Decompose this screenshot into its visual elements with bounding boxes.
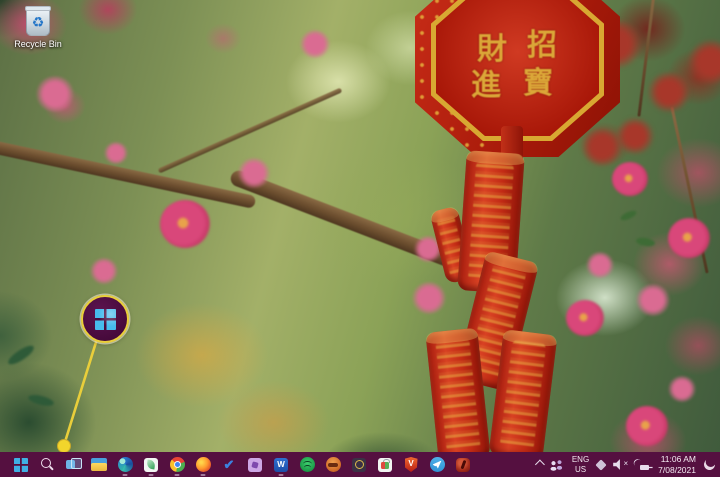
- running-indicator: [123, 474, 128, 476]
- file-explorer-button[interactable]: [91, 452, 107, 477]
- language-line2: US: [572, 465, 589, 475]
- running-indicator: [175, 474, 180, 476]
- pinned-app-orange-button[interactable]: [325, 452, 341, 477]
- blossom-flower: [612, 162, 648, 196]
- edge-browser-button[interactable]: [117, 452, 133, 477]
- recycle-bin-label: Recycle Bin: [6, 39, 70, 49]
- speaker-muted-icon: ×: [613, 459, 627, 471]
- blossom-flower: [668, 376, 696, 402]
- orange-app-icon: [326, 457, 341, 472]
- blossom-flower: [636, 284, 670, 316]
- blossom-flower: [668, 218, 710, 258]
- start-button-callout-circle: [81, 295, 129, 343]
- search-button[interactable]: [39, 452, 55, 477]
- running-indicator: [279, 474, 284, 476]
- windows-start-icon: [14, 458, 28, 472]
- focus-assist-button[interactable]: [704, 452, 715, 477]
- language-line1: ENG: [572, 455, 589, 465]
- blossom-flower: [300, 30, 330, 58]
- tray-time: 11:06 AM: [658, 454, 696, 465]
- moon-icon: [703, 458, 716, 471]
- chevron-up-icon: [535, 460, 545, 470]
- telegram-icon: [430, 457, 445, 472]
- word-button[interactable]: W: [273, 452, 289, 477]
- running-indicator: [201, 474, 206, 476]
- tray-diamond-button[interactable]: [597, 452, 605, 477]
- search-icon: [41, 458, 54, 471]
- teams-chat-button[interactable]: [550, 452, 564, 477]
- recycle-bin-desktop-icon[interactable]: Recycle Bin: [6, 8, 70, 49]
- network-battery-icon: [635, 459, 650, 470]
- clock[interactable]: 11:06 AM 7/08/2021: [658, 452, 696, 477]
- pinned-app-red-button[interactable]: [455, 452, 471, 477]
- blossom-flower: [238, 158, 270, 188]
- shield-letter: V: [408, 460, 413, 468]
- spotify-icon: [300, 457, 315, 472]
- notes-app-button[interactable]: [143, 452, 159, 477]
- gold-ring-app-icon: [352, 458, 366, 472]
- shield-icon: V: [405, 457, 418, 472]
- blossom-flower: [566, 300, 604, 336]
- diamond-icon: [596, 459, 607, 470]
- checkmark-icon: ✔: [224, 458, 235, 471]
- blossom-flower: [36, 76, 74, 112]
- task-view-button[interactable]: [65, 452, 81, 477]
- system-tray: ENG US × 11:06 AM 7/08/2021: [535, 452, 720, 477]
- blossom-flower: [586, 252, 614, 278]
- running-indicator: [149, 474, 154, 476]
- quill-notes-icon: [144, 458, 158, 472]
- edge-icon: [118, 457, 133, 472]
- telegram-button[interactable]: [429, 452, 445, 477]
- firefox-icon: [196, 457, 211, 472]
- network-battery-button[interactable]: [635, 452, 650, 477]
- red-app-icon: [456, 458, 470, 472]
- lilac-app-icon: [248, 458, 262, 472]
- chrome-icon: [170, 457, 185, 472]
- blossom-flower: [160, 200, 210, 248]
- pinned-app-lilac-button[interactable]: [247, 452, 263, 477]
- blossom-flower: [90, 258, 118, 284]
- store-icon: [378, 458, 392, 472]
- spotify-button[interactable]: [299, 452, 315, 477]
- windows-11-desktop: 招 財 進 寶 Recycle Bin ✔: [0, 0, 720, 480]
- folder-icon: [91, 458, 107, 471]
- lantern-character: 寶: [523, 58, 553, 102]
- start-button[interactable]: [13, 452, 29, 477]
- blossom-flower-dark: [582, 128, 622, 166]
- word-letter: W: [277, 461, 285, 469]
- hidden-icons-chevron[interactable]: [535, 452, 542, 477]
- todo-app-button[interactable]: ✔: [221, 452, 237, 477]
- pinned-app-gold-ring-button[interactable]: [351, 452, 367, 477]
- volume-button[interactable]: ×: [613, 452, 627, 477]
- word-icon: W: [274, 458, 288, 472]
- chrome-button[interactable]: [169, 452, 185, 477]
- taskbar-pinned-apps: ✔ W V: [0, 452, 471, 477]
- recycle-arrows-icon: [32, 15, 45, 29]
- firefox-button[interactable]: [195, 452, 211, 477]
- antivirus-shield-button[interactable]: V: [403, 452, 419, 477]
- blossom-flower: [104, 142, 128, 164]
- tray-date: 7/08/2021: [658, 465, 696, 476]
- blossom-flower: [626, 406, 668, 446]
- windows-logo-icon: [95, 309, 116, 330]
- language-indicator[interactable]: ENG US: [572, 452, 589, 477]
- blossom-flower-dark: [648, 72, 690, 112]
- blossom-flower: [412, 282, 446, 314]
- people-icon: [550, 459, 564, 471]
- store-button[interactable]: [377, 452, 393, 477]
- mute-x-glyph: ×: [624, 460, 629, 468]
- task-view-icon: [66, 458, 81, 471]
- taskbar: ✔ W V ENG US ×: [0, 452, 720, 477]
- lantern-character: 進: [471, 60, 501, 104]
- recycle-bin-icon: [26, 8, 50, 36]
